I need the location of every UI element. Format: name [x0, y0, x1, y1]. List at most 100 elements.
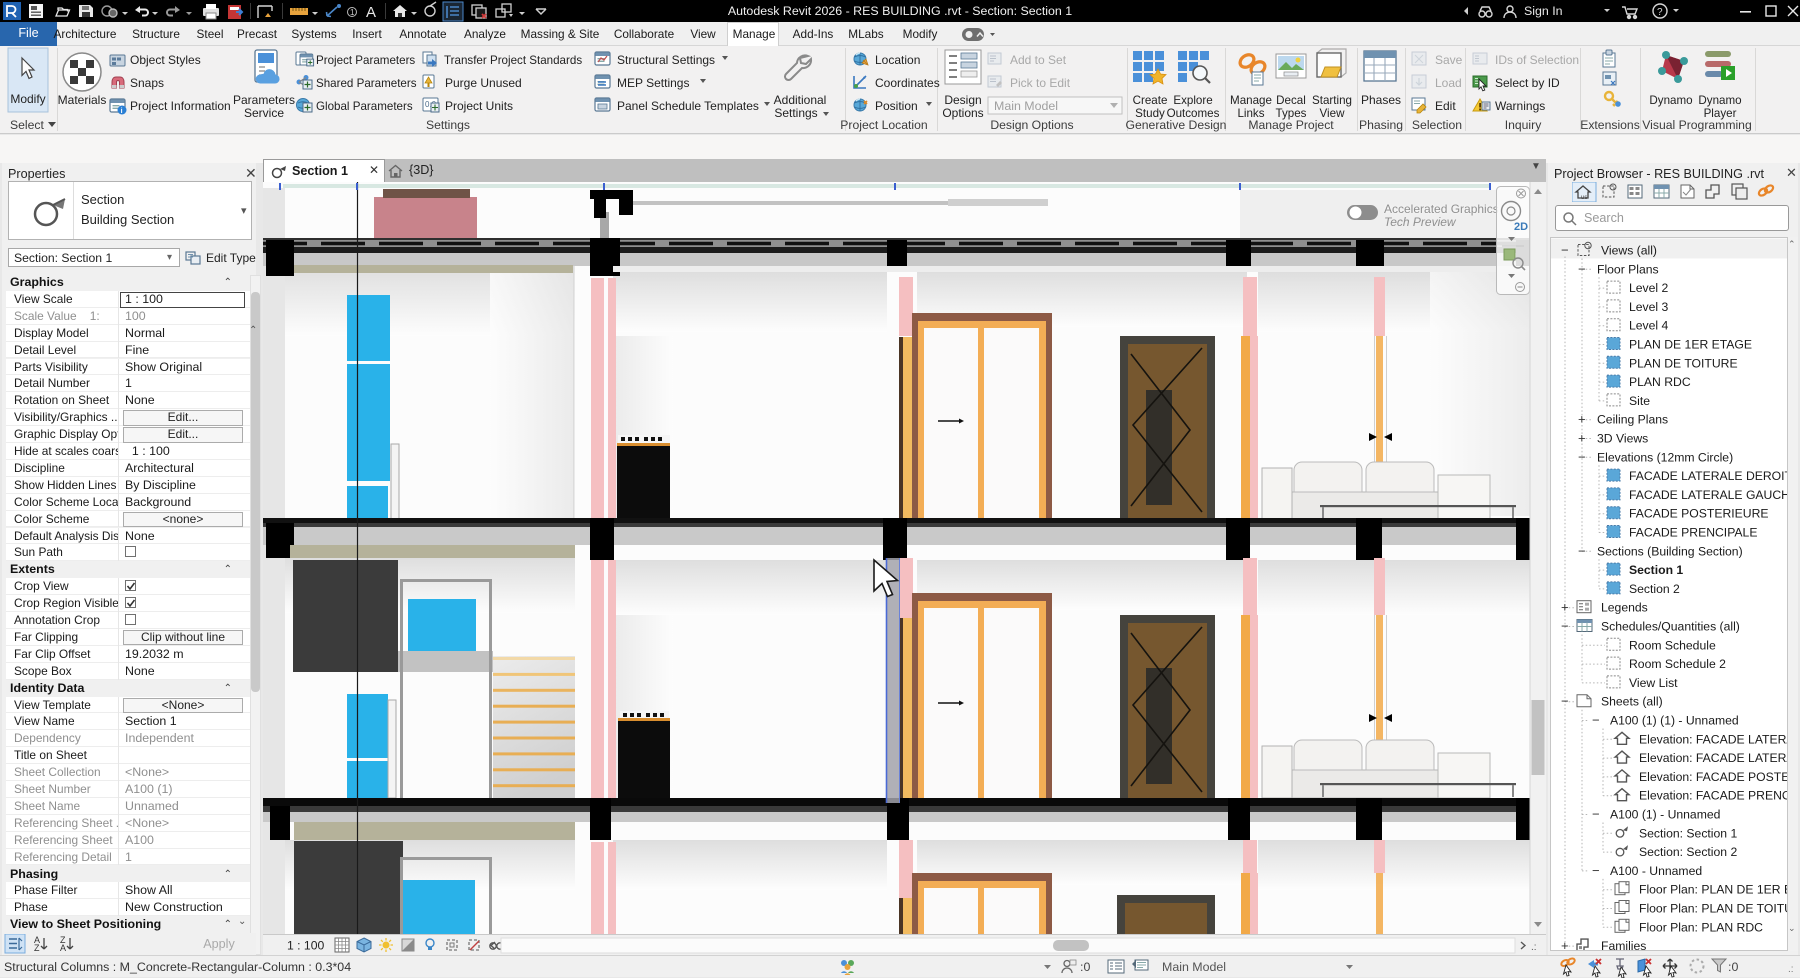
svg-text:Edit: Edit: [1435, 99, 1456, 113]
svg-text:Design: Design: [944, 93, 981, 107]
svg-text:Visual Programming: Visual Programming: [1642, 118, 1752, 132]
svg-text:Structural Settings: Structural Settings: [617, 53, 715, 67]
svg-text:Design Options: Design Options: [990, 118, 1073, 132]
svg-text:−: −: [1561, 694, 1569, 709]
svg-text:2D: 2D: [1514, 221, 1528, 233]
svg-text:Object Styles: Object Styles: [130, 53, 201, 67]
svg-text:Families: Families: [1601, 939, 1646, 950]
svg-text:Modify: Modify: [10, 92, 45, 106]
svg-text:+: +: [1578, 412, 1586, 427]
svg-text:Level 2: Level 2: [1629, 281, 1669, 295]
svg-text:Coordinates: Coordinates: [875, 76, 940, 90]
svg-text:Autodesk Revit 2026 - RES BUIL: Autodesk Revit 2026 - RES BUILDING .rvt …: [728, 4, 1072, 18]
svg-text:Level 4: Level 4: [1629, 319, 1669, 333]
svg-text:Position: Position: [875, 99, 918, 113]
svg-text:Section: Section 1: Section: Section 1: [1639, 826, 1737, 840]
svg-text:PLAN RDC: PLAN RDC: [1629, 375, 1691, 389]
svg-text:+: +: [1561, 938, 1569, 950]
svg-text:Save: Save: [1435, 53, 1463, 67]
svg-text:−: −: [1561, 619, 1569, 634]
svg-text:Insert: Insert: [352, 27, 382, 41]
svg-text:A: A: [60, 943, 66, 953]
svg-text:Floor Plans: Floor Plans: [1597, 262, 1659, 276]
svg-text:Dynamo: Dynamo: [1649, 94, 1692, 107]
svg-text:Elevation: FACADE LATERALE GAU: Elevation: FACADE LATERALE GAU: [1639, 751, 1787, 765]
svg-text:Add-Ins: Add-Ins: [793, 27, 834, 41]
svg-text:Sheets (all): Sheets (all): [1601, 695, 1663, 709]
svg-text:Accelerated Graphics: Accelerated Graphics: [1384, 202, 1499, 216]
svg-text:MEP Settings: MEP Settings: [617, 76, 689, 90]
svg-text:Settings: Settings: [426, 118, 470, 132]
svg-text:Room Schedule: Room Schedule: [1629, 638, 1716, 652]
svg-text:Materials: Materials: [58, 93, 107, 107]
svg-text:Project Parameters: Project Parameters: [316, 54, 415, 67]
svg-text:Explore: Explore: [1173, 94, 1212, 107]
svg-text:Precast: Precast: [237, 27, 278, 41]
svg-text:Service: Service: [244, 106, 284, 120]
svg-text:Views (all): Views (all): [1601, 244, 1657, 258]
svg-text:Select by ID: Select by ID: [1495, 76, 1560, 90]
svg-text:Project Location: Project Location: [840, 118, 927, 132]
svg-text:A100 - Unnamed: A100 - Unnamed: [1610, 864, 1702, 878]
svg-text:A: A: [366, 4, 376, 21]
svg-text:Section 1: Section 1: [1629, 563, 1683, 577]
svg-text:Schedules/Quantities (all): Schedules/Quantities (all): [1601, 620, 1740, 634]
svg-text:Generative Design: Generative Design: [1126, 118, 1227, 132]
svg-text:Global Parameters: Global Parameters: [316, 100, 413, 113]
svg-text:Elevation: FACADE PRENCIPALE: Elevation: FACADE PRENCIPALE: [1639, 789, 1787, 803]
svg-text:Section 2: Section 2: [1629, 582, 1680, 596]
svg-text:+: +: [1578, 431, 1586, 446]
svg-text:Options: Options: [942, 106, 983, 120]
svg-text:Snaps: Snaps: [130, 76, 164, 90]
svg-text:Main Model: Main Model: [1162, 960, 1226, 974]
svg-text:1: 1: [350, 8, 355, 17]
svg-text:Purge Unused: Purge Unused: [445, 76, 522, 90]
svg-text:−: −: [1578, 261, 1586, 276]
svg-text:.:: .:: [1531, 942, 1537, 953]
svg-text:A100 (1) (1) - Unnamed: A100 (1) (1) - Unnamed: [1610, 714, 1739, 728]
svg-text:−: −: [1592, 807, 1600, 822]
svg-text:Legends: Legends: [1601, 601, 1648, 615]
svg-text:View: View: [690, 27, 716, 41]
svg-text:Additional: Additional: [774, 93, 827, 107]
svg-text:Systems: Systems: [291, 27, 336, 41]
svg-text:Apply: Apply: [203, 937, 235, 951]
svg-text:PLAN DE TOITURE: PLAN DE TOITURE: [1629, 356, 1738, 370]
svg-text:Extensions: Extensions: [1580, 118, 1640, 132]
svg-text:Tech Preview: Tech Preview: [1384, 215, 1457, 229]
svg-text:MLabs: MLabs: [848, 27, 884, 41]
svg-text:+: +: [1561, 600, 1569, 615]
svg-text:Select: Select: [10, 118, 44, 132]
svg-text:Add to Set: Add to Set: [1010, 53, 1067, 67]
svg-text:A100 (1) - Unnamed: A100 (1) - Unnamed: [1610, 808, 1720, 822]
svg-text::0: :0: [1728, 960, 1738, 974]
svg-text:Room Schedule 2: Room Schedule 2: [1629, 657, 1726, 671]
svg-text:Location: Location: [875, 53, 920, 67]
svg-text:FACADE LATERALE GAUCHE: FACADE LATERALE GAUCHE: [1629, 488, 1787, 502]
svg-text:3D Views: 3D Views: [1597, 432, 1648, 446]
svg-text:us: us: [1581, 195, 1587, 201]
svg-text:−: −: [1592, 863, 1600, 878]
svg-text::0: :0: [1080, 960, 1090, 974]
svg-text:Floor Plan: PLAN DE 1ER ETAGE: Floor Plan: PLAN DE 1ER ETAGE: [1639, 883, 1787, 897]
svg-text:.:: .:: [1788, 964, 1794, 975]
svg-text:Massing & Site: Massing & Site: [521, 27, 600, 41]
svg-text:Architecture: Architecture: [54, 27, 117, 41]
svg-text:Manage: Manage: [1230, 94, 1272, 107]
svg-text:1 : 100: 1 : 100: [287, 939, 324, 953]
svg-text:Ceiling Plans: Ceiling Plans: [1597, 413, 1668, 427]
svg-text:Phases: Phases: [1361, 93, 1401, 107]
svg-text:Collaborate: Collaborate: [614, 27, 675, 41]
svg-text:Settings: Settings: [774, 106, 817, 120]
svg-text:Project Information: Project Information: [130, 99, 231, 113]
svg-text:Elevation: FACADE LATERALE DER: Elevation: FACADE LATERALE DER(: [1639, 732, 1787, 746]
svg-text:Sections (Building Section): Sections (Building Section): [1597, 544, 1743, 558]
svg-text:Warnings: Warnings: [1495, 99, 1545, 113]
svg-text:−: −: [1578, 449, 1586, 464]
svg-text:Elevations (12mm Circle): Elevations (12mm Circle): [1597, 450, 1733, 464]
svg-text:Shared Parameters: Shared Parameters: [316, 77, 417, 90]
svg-text:Analyze: Analyze: [464, 27, 506, 41]
svg-text:FACADE POSTERIEURE: FACADE POSTERIEURE: [1629, 507, 1769, 521]
svg-text:Load: Load: [1435, 76, 1462, 90]
svg-text:Project Units: Project Units: [445, 99, 513, 113]
